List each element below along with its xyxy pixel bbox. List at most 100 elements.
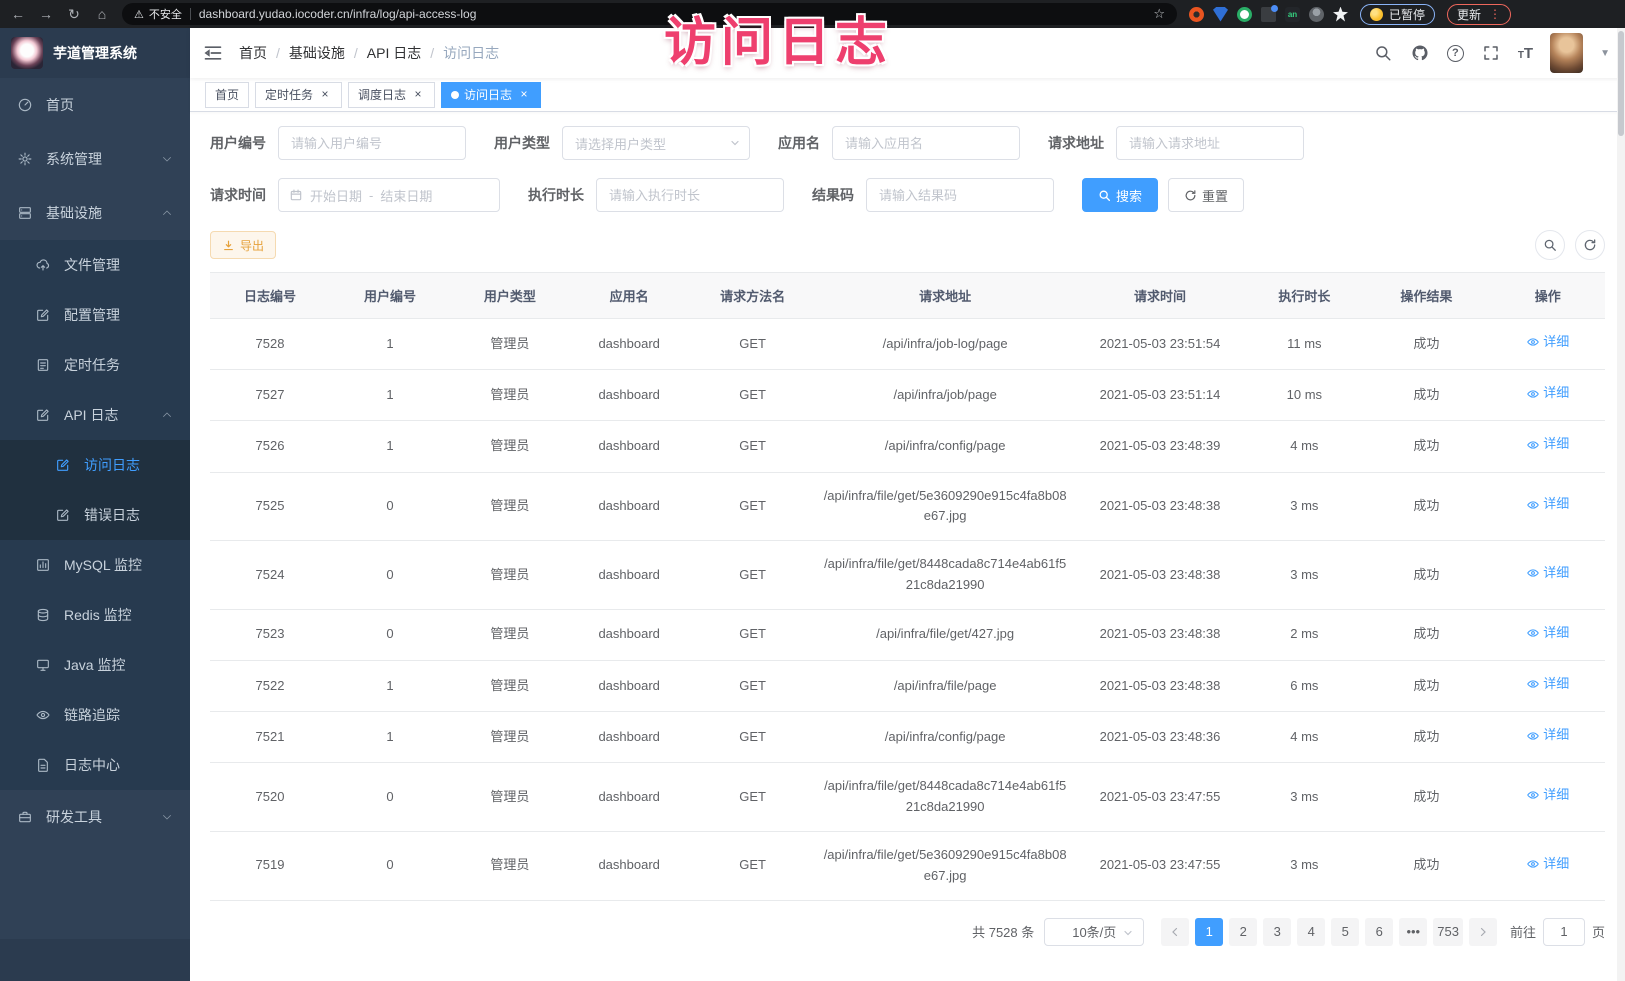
sidebar-toggle-icon[interactable] <box>203 43 223 63</box>
close-icon[interactable]: × <box>411 88 425 102</box>
github-icon[interactable] <box>1410 43 1430 63</box>
sidebar-item-redis[interactable]: Redis 监控 <box>0 590 190 640</box>
prev-page-button[interactable] <box>1161 918 1189 946</box>
sidebar-item-mysql[interactable]: MySQL 监控 <box>0 540 190 590</box>
cell-result: 成功 <box>1362 831 1490 900</box>
sidebar-item-system[interactable]: 系统管理 <box>0 132 190 186</box>
sidebar-item-log-center[interactable]: 日志中心 <box>0 740 190 790</box>
browser-update-button[interactable]: 更新 ⋮ <box>1447 4 1511 25</box>
detail-link[interactable]: 详细 <box>1526 854 1569 875</box>
scrollbar-thumb[interactable] <box>1618 31 1624 136</box>
sidebar-item-access-log[interactable]: 访问日志 <box>0 440 190 490</box>
result-code-input[interactable] <box>866 178 1054 212</box>
browser-menu-icon[interactable]: ⋮ <box>1489 7 1501 21</box>
export-button[interactable]: 导出 <box>210 231 276 259</box>
detail-link[interactable]: 详细 <box>1526 785 1569 806</box>
profile-paused-chip[interactable]: 已暂停 <box>1360 4 1435 25</box>
page-size-select[interactable]: 10条/页 <box>1044 918 1144 946</box>
reset-button[interactable]: 重置 <box>1168 178 1244 212</box>
font-size-icon[interactable]: TT <box>1518 45 1533 62</box>
page-number-button[interactable]: 3 <box>1263 918 1291 946</box>
duration-input[interactable] <box>596 178 784 212</box>
refresh-table-button[interactable] <box>1575 230 1605 260</box>
detail-link[interactable]: 详细 <box>1526 623 1569 644</box>
tab-job-log[interactable]: 调度日志 × <box>348 82 435 108</box>
sidebar-item-infra[interactable]: 基础设施 <box>0 186 190 240</box>
page-scrollbar[interactable] <box>1617 28 1625 981</box>
forward-arrow-icon[interactable]: → <box>38 7 54 21</box>
tab-access-log[interactable]: 访问日志 × <box>441 82 541 108</box>
breadcrumb-item[interactable]: 基础设施 <box>289 43 345 63</box>
more-pages-button[interactable]: ••• <box>1399 918 1427 946</box>
sidebar-item-config[interactable]: 配置管理 <box>0 290 190 340</box>
search-icon[interactable] <box>1373 43 1393 63</box>
sidebar-item-file[interactable]: 文件管理 <box>0 240 190 290</box>
bookmark-star-icon[interactable]: ☆ <box>1153 6 1165 22</box>
extension-icon[interactable] <box>1333 7 1348 22</box>
active-tab-dot <box>451 91 459 99</box>
address-bar[interactable]: ⚠ 不安全 dashboard.yudao.iocoder.cn/infra/l… <box>122 3 1177 25</box>
caret-down-icon[interactable]: ▼ <box>1600 48 1610 59</box>
sidebar-item-job[interactable]: 定时任务 <box>0 340 190 390</box>
breadcrumb-item-current: 访问日志 <box>443 43 499 63</box>
close-icon[interactable]: × <box>318 88 332 102</box>
toggle-search-button[interactable] <box>1535 230 1565 260</box>
detail-link[interactable]: 详细 <box>1526 674 1569 695</box>
close-icon[interactable]: × <box>517 88 531 102</box>
detail-link[interactable]: 详细 <box>1526 494 1569 515</box>
extension-icon[interactable] <box>1309 7 1324 22</box>
detail-link[interactable]: 详细 <box>1526 383 1569 404</box>
home-icon[interactable]: ⌂ <box>94 7 110 21</box>
app-logo[interactable]: 芋道管理系统 <box>0 28 190 78</box>
detail-link[interactable]: 详细 <box>1526 332 1569 353</box>
reload-icon[interactable]: ↻ <box>66 7 82 21</box>
extension-icon[interactable] <box>1261 7 1276 22</box>
tab-job[interactable]: 定时任务 × <box>255 82 342 108</box>
user-id-input[interactable] <box>278 126 466 160</box>
sidebar-item-api-log[interactable]: API 日志 <box>0 390 190 440</box>
user-type-select[interactable]: 请选择用户类型 <box>562 126 750 160</box>
page-number-button[interactable]: 6 <box>1365 918 1393 946</box>
goto-page-input[interactable] <box>1543 918 1585 946</box>
page-number-button[interactable]: 753 <box>1433 918 1463 946</box>
field-label: 执行时长 <box>528 185 584 205</box>
sidebar-item-java[interactable]: Java 监控 <box>0 640 190 690</box>
table-row: 75221管理员dashboardGET/api/infra/file/page… <box>210 660 1605 711</box>
sidebar-item-dev-tools[interactable]: 研发工具 <box>0 790 190 844</box>
cell-url: /api/infra/file/page <box>817 660 1074 711</box>
page-number-button[interactable]: 4 <box>1297 918 1325 946</box>
column-header: 请求方法名 <box>688 273 816 319</box>
detail-link[interactable]: 详细 <box>1526 725 1569 746</box>
back-arrow-icon[interactable]: ← <box>10 7 26 21</box>
user-avatar[interactable] <box>1550 33 1583 73</box>
request-url-input[interactable] <box>1116 126 1304 160</box>
request-time-range-picker[interactable]: 开始日期 - 结束日期 <box>278 178 500 212</box>
extension-icon[interactable] <box>1189 7 1204 22</box>
detail-link[interactable]: 详细 <box>1526 434 1569 455</box>
field-label: 用户编号 <box>210 133 266 153</box>
sidebar-item-home[interactable]: 首页 <box>0 78 190 132</box>
security-warning[interactable]: ⚠ 不安全 <box>134 6 182 22</box>
fullscreen-icon[interactable] <box>1481 43 1501 63</box>
sidebar-item-error-log[interactable]: 错误日志 <box>0 490 190 540</box>
next-page-button[interactable] <box>1469 918 1497 946</box>
cell-result: 成功 <box>1362 319 1490 370</box>
extension-icon[interactable] <box>1237 7 1252 22</box>
gear-icon <box>17 151 33 167</box>
page-number-button[interactable]: 2 <box>1229 918 1257 946</box>
search-button[interactable]: 搜索 <box>1082 178 1158 212</box>
detail-link[interactable]: 详细 <box>1526 563 1569 584</box>
help-icon[interactable]: ? <box>1447 45 1464 62</box>
table-row: 75271管理员dashboardGET/api/infra/job/page2… <box>210 370 1605 421</box>
cell-duration: 3 ms <box>1246 541 1362 610</box>
tab-home[interactable]: 首页 <box>205 82 249 108</box>
breadcrumb-item[interactable]: API 日志 <box>367 43 421 63</box>
extension-icon[interactable] <box>1213 7 1228 22</box>
sidebar-item-trace[interactable]: 链路追踪 <box>0 690 190 740</box>
page-number-button[interactable]: 5 <box>1331 918 1359 946</box>
extension-icon[interactable]: an <box>1285 7 1300 22</box>
page-number-button[interactable]: 1 <box>1195 918 1223 946</box>
eye-icon <box>1526 498 1540 512</box>
breadcrumb-item[interactable]: 首页 <box>239 43 267 63</box>
app-name-input[interactable] <box>832 126 1020 160</box>
